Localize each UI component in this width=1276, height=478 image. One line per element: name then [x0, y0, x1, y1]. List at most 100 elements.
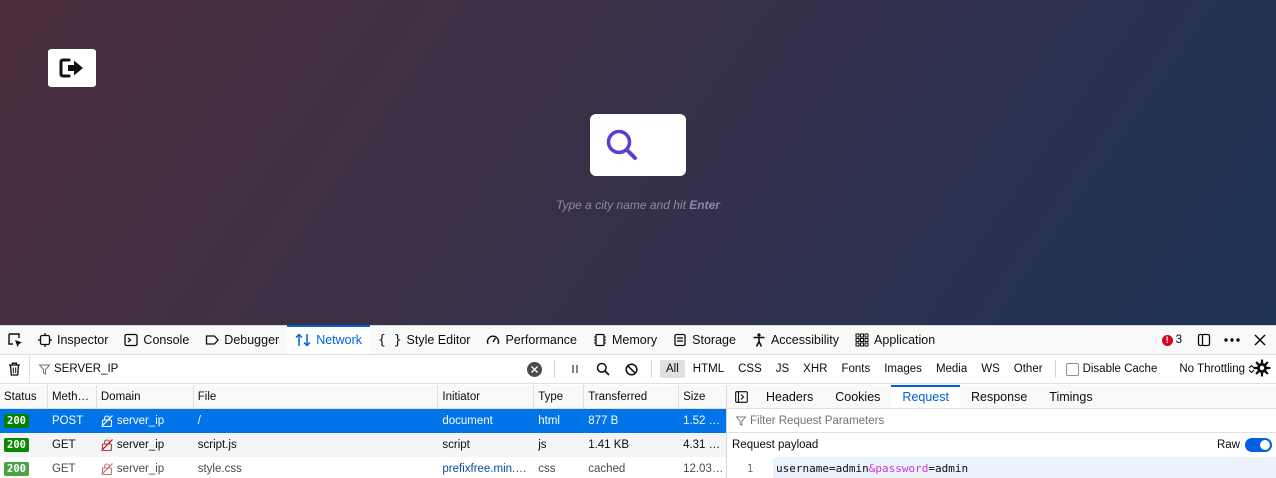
method-cell: POST [51, 415, 84, 427]
performance-icon [487, 335, 500, 345]
column-header-domain[interactable]: Domain [97, 385, 194, 408]
close-icon [1254, 334, 1266, 346]
column-header-size[interactable]: Size [679, 385, 726, 408]
pause-recording-button[interactable] [561, 355, 589, 383]
tab-label: Debugger [224, 333, 280, 347]
type-filter-other[interactable]: Other [1008, 360, 1049, 378]
tab-application[interactable]: Application [847, 326, 943, 354]
tab-performance[interactable]: Performance [478, 326, 585, 354]
type-cell: css [538, 463, 556, 475]
clear-filter-button[interactable] [527, 362, 542, 377]
throttling-select[interactable]: No Throttling [1179, 363, 1255, 375]
devtools-toolbar-right: ! 3 [1156, 326, 1276, 354]
transferred-cell: cached [588, 463, 626, 475]
initiator-cell[interactable]: prefixfree.min.… [442, 463, 526, 475]
type-filter-all[interactable]: All [660, 360, 685, 378]
accessibility-icon [753, 333, 765, 347]
tab-console[interactable]: Console [116, 326, 197, 354]
payload-text[interactable]: username=admin &password =admin [773, 457, 1276, 478]
domain-cell: server_ip [97, 433, 194, 457]
type-filter-images[interactable]: Images [878, 360, 928, 378]
type-filter-css[interactable]: CSS [732, 360, 768, 378]
error-count: 3 [1175, 334, 1182, 346]
block-requests-button[interactable] [617, 355, 645, 383]
tab-label: Performance [505, 333, 578, 347]
column-header-transferred[interactable]: Transferred [584, 385, 680, 408]
logout-button[interactable] [48, 49, 96, 87]
search-icon [606, 129, 637, 160]
network-toolbar: All HTML CSS JS XHR Fonts Images Media W… [0, 355, 1276, 384]
search-hint: Type a city name and hit Enter [556, 198, 720, 212]
line-number: 1 [727, 461, 773, 475]
tab-label: Storage [692, 333, 736, 347]
city-search-box[interactable] [590, 114, 686, 176]
url-filter-input[interactable] [54, 363, 514, 375]
tab-debugger[interactable]: Debugger [197, 326, 287, 354]
error-count-badge[interactable]: ! 3 [1156, 334, 1188, 346]
tab-accessibility[interactable]: Accessibility [744, 326, 847, 354]
table-row[interactable]: 200 GET server_ip script.js script js 1.… [0, 433, 726, 457]
tab-storage[interactable]: Storage [665, 326, 744, 354]
network-settings-button[interactable] [1253, 359, 1271, 380]
gear-icon [1253, 359, 1271, 377]
tab-network[interactable]: Network [287, 325, 371, 354]
request-details-panel: Headers Cookies Request Response Timings… [727, 385, 1276, 478]
filter-icon [39, 364, 50, 375]
requests-table: Status Meth… Domain File Initiator Type … [0, 385, 727, 478]
request-params-filter[interactable]: Filter Request Parameters [727, 409, 1276, 433]
type-filter-ws[interactable]: WS [975, 360, 1006, 378]
column-header-file[interactable]: File [194, 385, 439, 408]
clear-requests-button[interactable] [0, 355, 30, 383]
disable-cache-toggle[interactable]: Disable Cache [1065, 362, 1158, 376]
clear-icon [531, 366, 538, 373]
throttling-value: No Throttling [1179, 363, 1245, 375]
filter-icon [736, 415, 746, 426]
initiator-cell: document [442, 415, 493, 427]
type-filter-media[interactable]: Media [930, 360, 973, 378]
tab-cookies[interactable]: Cookies [824, 385, 891, 408]
disable-cache-checkbox[interactable] [1065, 362, 1079, 376]
raw-toggle[interactable]: Raw [1217, 438, 1272, 452]
file-cell: script.js [197, 439, 237, 451]
search-requests-button[interactable] [589, 355, 617, 383]
domain-cell: server_ip [97, 457, 194, 478]
tab-inspector[interactable]: Inspector [30, 326, 116, 354]
domain-text: server_ip [116, 463, 165, 475]
column-header-initiator[interactable]: Initiator [438, 385, 535, 408]
initiator-cell: script [442, 439, 470, 451]
dock-toggle-button[interactable] [1192, 328, 1216, 352]
table-row[interactable]: 200 POST server_ip / document html 877 B… [0, 409, 726, 433]
toggle-sidebar-button[interactable] [727, 385, 755, 408]
type-filter-js[interactable]: JS [770, 360, 795, 378]
element-picker-button[interactable] [0, 326, 30, 354]
status-badge: 200 [4, 414, 29, 428]
params-filter-placeholder: Filter Request Parameters [750, 414, 885, 427]
type-filter-html[interactable]: HTML [687, 360, 730, 378]
disable-cache-label: Disable Cache [1082, 363, 1158, 375]
table-header: Status Meth… Domain File Initiator Type … [0, 385, 726, 409]
type-filter-fonts[interactable]: Fonts [835, 360, 876, 378]
more-options-button[interactable] [1220, 328, 1244, 352]
tab-memory[interactable]: Memory [585, 326, 665, 354]
column-header-type[interactable]: Type [534, 385, 585, 408]
tab-headers[interactable]: Headers [755, 385, 824, 408]
payload-header: Request payload Raw [727, 433, 1276, 457]
tab-response[interactable]: Response [960, 385, 1038, 408]
tab-request[interactable]: Request [891, 385, 960, 408]
size-cell: 4.31 … [683, 439, 721, 451]
raw-switch[interactable] [1245, 438, 1272, 452]
method-cell: GET [51, 439, 76, 451]
inspector-icon [38, 333, 52, 347]
close-devtools-button[interactable] [1248, 328, 1272, 352]
tab-style-editor[interactable]: { } Style Editor [370, 326, 478, 354]
hint-enter-key: Enter [689, 198, 720, 212]
type-filter-xhr[interactable]: XHR [797, 360, 833, 378]
network-content: Status Meth… Domain File Initiator Type … [0, 385, 1276, 478]
insecure-lock-icon [100, 439, 113, 451]
tab-label: Application [874, 333, 936, 347]
table-row[interactable]: 200 GET server_ip style.css prefixfree.m… [0, 457, 726, 478]
column-header-status[interactable]: Status [0, 385, 48, 408]
column-header-method[interactable]: Meth… [48, 385, 97, 408]
file-cell: style.css [197, 463, 242, 475]
tab-timings[interactable]: Timings [1038, 385, 1103, 408]
